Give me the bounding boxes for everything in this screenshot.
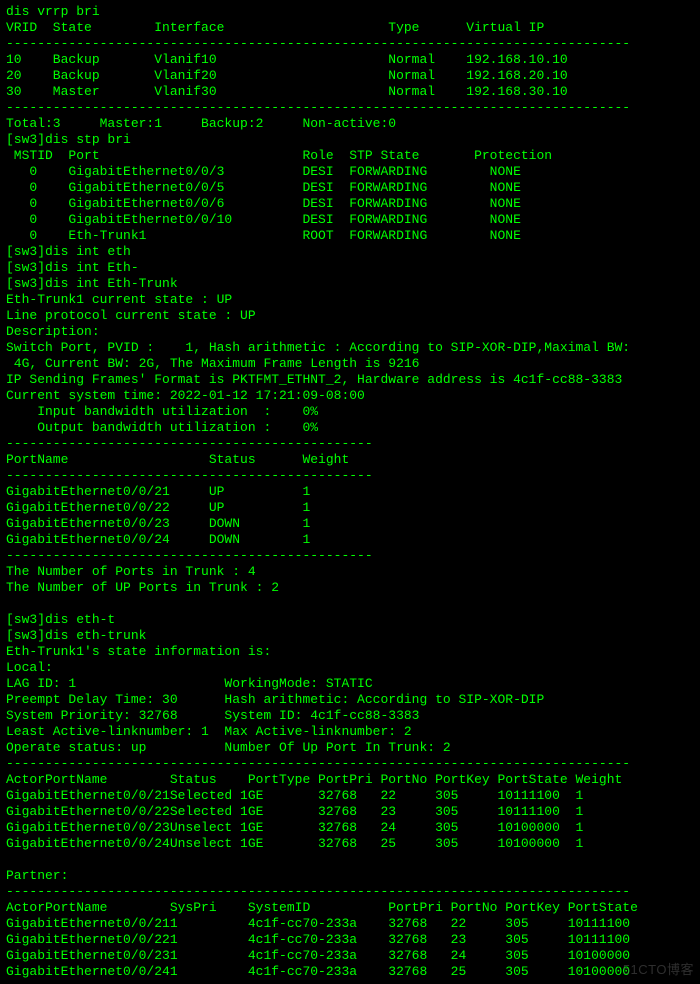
terminal-output: dis vrrp bri VRID State Interface Type V…	[0, 0, 700, 984]
watermark: 51CTO博客	[623, 962, 694, 978]
